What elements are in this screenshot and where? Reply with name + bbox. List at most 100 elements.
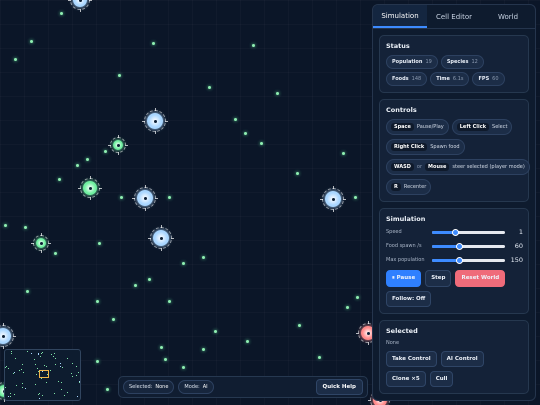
space-hint: Space Pause/Play — [386, 119, 449, 135]
max-population-row: Max population 150 — [386, 256, 523, 264]
food-pellet — [354, 196, 357, 199]
foods-value: 148 — [411, 76, 422, 82]
food-pellet — [14, 58, 17, 61]
selected-value: None — [386, 340, 400, 346]
status-card: Status Population 19 Species 12 Foods 148 T… — [379, 35, 529, 93]
organism-cell[interactable] — [320, 186, 346, 212]
right-click-action: Spawn food — [430, 144, 460, 150]
right-click-key: Right Click — [391, 143, 428, 151]
follow-button[interactable]: Follow: Off — [386, 291, 432, 307]
food-pellet — [104, 150, 107, 153]
food-pellet — [58, 178, 61, 181]
food-pellet — [182, 366, 185, 369]
right-click-hint: Right Click Spawn food — [386, 139, 465, 155]
food-pellet — [214, 330, 217, 333]
food-pellet — [246, 340, 249, 343]
mouse-key: Mouse — [425, 163, 450, 171]
food-pellet — [356, 296, 359, 299]
food-pellet — [260, 142, 263, 145]
species-chip: Species 12 — [440, 55, 484, 69]
food-pellet — [118, 74, 121, 77]
food-pellet — [96, 360, 99, 363]
take-control-button[interactable]: Take Control — [386, 351, 437, 367]
pause-button[interactable]: ⏸ Pause — [386, 270, 422, 287]
control-panel: Simulation Cell Editor World Status Popu… — [372, 4, 536, 401]
panel-tabs: Simulation Cell Editor World — [373, 5, 535, 29]
organism-cell[interactable] — [108, 135, 128, 155]
population-value: 19 — [425, 59, 432, 65]
cull-button[interactable]: Cull — [429, 371, 454, 387]
food-spawn-row: Food spawn /s 60 — [386, 242, 523, 250]
food-pellet — [148, 278, 151, 281]
food-pellet — [234, 118, 237, 121]
food-pellet — [346, 306, 349, 309]
food-pellet — [152, 42, 155, 45]
selected-card: Selected None Take Control AI Control Cl… — [379, 320, 529, 394]
clone-button[interactable]: Clone ×5 — [386, 371, 426, 387]
organism-cell[interactable] — [0, 323, 16, 349]
reset-world-button[interactable]: Reset World — [455, 270, 506, 287]
food-pellet — [106, 388, 109, 391]
selected-title: Selected — [386, 327, 418, 335]
recenter-key: R — [391, 183, 401, 191]
status-title: Status — [386, 42, 410, 50]
max-population-value: 150 — [510, 256, 523, 264]
food-pellet — [164, 358, 167, 361]
food-spawn-slider[interactable] — [432, 242, 505, 250]
food-pellet — [182, 262, 185, 265]
recenter-hint: R Recenter — [386, 179, 432, 195]
bottom-status-bar: Selected: None Mode: AI Quick Help — [118, 376, 368, 398]
minimap-viewport[interactable] — [39, 370, 49, 378]
organism-cell[interactable] — [132, 185, 158, 211]
speed-value: 1 — [518, 228, 523, 236]
food-pellet — [76, 164, 79, 167]
tab-simulation[interactable]: Simulation — [373, 5, 427, 28]
fps-value: 60 — [492, 76, 499, 82]
simulation-title: Simulation — [386, 215, 426, 223]
steer-action: steer selected (player mode) — [452, 164, 525, 170]
food-pellet — [342, 152, 345, 155]
food-pellet — [202, 256, 205, 259]
step-button[interactable]: Step — [425, 270, 452, 287]
food-pellet — [168, 300, 171, 303]
food-pellet — [202, 348, 205, 351]
organism-cell[interactable] — [148, 225, 174, 251]
organism-cell[interactable] — [142, 108, 168, 134]
quick-help-button[interactable]: Quick Help — [315, 379, 363, 395]
food-spawn-slider-thumb[interactable] — [456, 242, 464, 250]
max-population-slider[interactable] — [432, 256, 505, 264]
left-click-key: Left Click — [456, 123, 490, 131]
mode-pill-value: AI — [202, 384, 208, 390]
food-pellet — [4, 224, 7, 227]
food-pellet — [112, 318, 115, 321]
food-pellet — [120, 196, 123, 199]
food-pellet — [134, 284, 137, 287]
tab-cell-editor[interactable]: Cell Editor — [427, 5, 481, 28]
organism-cell[interactable] — [31, 233, 51, 253]
steer-hint: WASD or Mouse steer selected (player mode) — [386, 159, 530, 175]
selected-pill: Selected: None — [123, 380, 175, 394]
food-pellet — [98, 242, 101, 245]
speed-slider[interactable] — [432, 228, 505, 236]
food-pellet — [30, 40, 33, 43]
simulation-card: Simulation Speed 1 Food spawn /s 60 Max … — [379, 208, 529, 314]
mode-pill-label: Mode: — [184, 384, 200, 390]
speed-slider-thumb[interactable] — [451, 228, 459, 236]
max-population-label: Max population — [386, 257, 425, 263]
time-label: Time — [436, 76, 450, 82]
fps-label: FPS — [478, 76, 490, 82]
organism-cell[interactable] — [78, 176, 102, 200]
population-label: Population — [392, 59, 423, 65]
tab-world[interactable]: World — [481, 5, 535, 28]
food-pellet — [96, 300, 99, 303]
food-pellet — [318, 356, 321, 359]
ai-control-button[interactable]: AI Control — [440, 351, 484, 367]
food-pellet — [60, 12, 63, 15]
or-text: or — [416, 164, 423, 170]
organism-cell[interactable] — [68, 0, 92, 12]
max-population-slider-thumb[interactable] — [456, 256, 464, 264]
food-pellet — [86, 158, 89, 161]
wasd-key: WASD — [391, 163, 414, 171]
food-spawn-label: Food spawn /s — [386, 243, 422, 249]
minimap[interactable] — [4, 349, 81, 401]
